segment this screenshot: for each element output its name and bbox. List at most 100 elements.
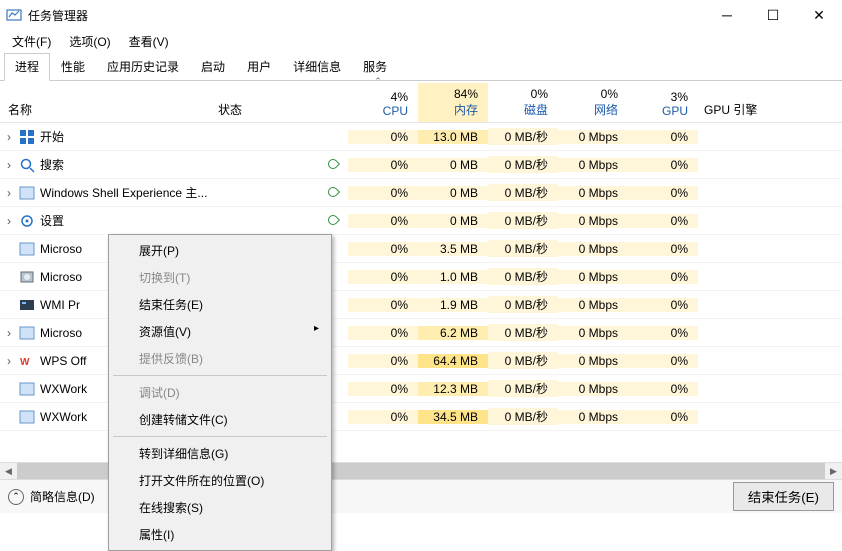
ctx-debug: 调试(D) xyxy=(111,379,329,406)
chevron-up-icon: ⌃ xyxy=(8,489,24,505)
cpu-cell: 0% xyxy=(348,242,418,256)
tab-performance[interactable]: 性能 xyxy=(50,53,96,81)
net-cell: 0 Mbps xyxy=(558,186,628,200)
fewer-details[interactable]: ⌃ 简略信息(D) xyxy=(8,488,95,505)
cpu-cell: 0% xyxy=(348,354,418,368)
disk-cell: 0 MB/秒 xyxy=(488,352,558,369)
close-button[interactable]: ✕ xyxy=(796,0,842,30)
cpu-label: CPU xyxy=(348,104,408,122)
svg-text:W: W xyxy=(20,357,30,368)
mem-cell: 1.9 MB xyxy=(418,298,488,312)
disk-cell: 0 MB/秒 xyxy=(488,212,558,229)
expand-icon[interactable]: › xyxy=(0,214,18,228)
header-network[interactable]: 0% 网络 xyxy=(558,83,628,122)
process-icon xyxy=(18,409,36,425)
mem-cell: 12.3 MB xyxy=(418,382,488,396)
gpu-cell: 0% xyxy=(628,382,698,396)
scroll-left-icon[interactable]: ◀ xyxy=(0,463,17,480)
net-cell: 0 Mbps xyxy=(558,242,628,256)
ctx-feedback: 提供反馈(B) xyxy=(111,345,329,372)
process-icon xyxy=(18,241,36,257)
tab-users[interactable]: 用户 xyxy=(236,53,282,81)
tab-startup[interactable]: 启动 xyxy=(190,53,236,81)
expand-icon[interactable]: › xyxy=(0,186,18,200)
header-memory[interactable]: 84% 内存 xyxy=(418,83,488,122)
net-cell: 0 Mbps xyxy=(558,298,628,312)
process-name: Windows Shell Experience 主... xyxy=(36,184,218,201)
mem-cell: 6.2 MB xyxy=(418,326,488,340)
expand-icon[interactable]: › xyxy=(0,326,18,340)
ctx-expand[interactable]: 展开(P) xyxy=(111,237,329,264)
disk-cell: 0 MB/秒 xyxy=(488,296,558,313)
ctx-openloc[interactable]: 打开文件所在的位置(O) xyxy=(111,467,329,494)
separator xyxy=(113,436,327,437)
header-gpu[interactable]: 3% GPU xyxy=(628,86,698,122)
net-cell: 0 Mbps xyxy=(558,326,628,340)
tab-app-history[interactable]: 应用历史记录 xyxy=(96,53,190,81)
ctx-dump[interactable]: 创建转储文件(C) xyxy=(111,406,329,433)
gpu-cell: 0% xyxy=(628,270,698,284)
disk-cell: 0 MB/秒 xyxy=(488,184,558,201)
header-name[interactable]: 名称 xyxy=(0,101,218,122)
sort-arrow-icon: ⌃ xyxy=(348,76,408,86)
process-name: 搜索 xyxy=(36,156,218,173)
ctx-endtask[interactable]: 结束任务(E) xyxy=(111,291,329,318)
maximize-button[interactable]: ☐ xyxy=(750,0,796,30)
net-cell: 0 Mbps xyxy=(558,214,628,228)
process-name: 开始 xyxy=(36,128,218,145)
cpu-cell: 0% xyxy=(348,382,418,396)
cpu-cell: 0% xyxy=(348,130,418,144)
scroll-right-icon[interactable]: ▶ xyxy=(825,463,842,480)
tab-details[interactable]: 详细信息 xyxy=(282,53,352,81)
ctx-search[interactable]: 在线搜索(S) xyxy=(111,494,329,521)
process-row[interactable]: ›设置0%0 MB0 MB/秒0 Mbps0% xyxy=(0,207,842,235)
ctx-props[interactable]: 属性(I) xyxy=(111,521,329,548)
cpu-cell: 0% xyxy=(348,158,418,172)
process-row[interactable]: ›Windows Shell Experience 主...0%0 MB0 MB… xyxy=(0,179,842,207)
menu-file[interactable]: 文件(F) xyxy=(4,31,59,52)
expand-icon[interactable]: › xyxy=(0,130,18,144)
mem-percent: 84% xyxy=(418,83,478,101)
end-task-button[interactable]: 结束任务(E) xyxy=(733,482,834,511)
header-cpu[interactable]: ⌃ 4% CPU xyxy=(348,76,418,122)
process-row[interactable]: ›搜索0%0 MB0 MB/秒0 Mbps0% xyxy=(0,151,842,179)
net-cell: 0 Mbps xyxy=(558,158,628,172)
context-menu: 展开(P) 切换到(T) 结束任务(E) 资源值(V) 提供反馈(B) 调试(D… xyxy=(108,234,332,551)
gpu-percent: 3% xyxy=(628,86,688,104)
disk-cell: 0 MB/秒 xyxy=(488,240,558,257)
minimize-button[interactable]: ─ xyxy=(704,0,750,30)
header-gpu-engine[interactable]: GPU 引擎 xyxy=(698,101,818,122)
disk-cell: 0 MB/秒 xyxy=(488,128,558,145)
column-headers: 名称 状态 ⌃ 4% CPU 84% 内存 0% 磁盘 0% 网络 3% GPU… xyxy=(0,81,842,123)
cpu-percent: 4% xyxy=(348,86,408,104)
tabs: 进程 性能 应用历史记录 启动 用户 详细信息 服务 xyxy=(0,52,842,81)
menu-view[interactable]: 查看(V) xyxy=(121,31,177,52)
mem-cell: 13.0 MB xyxy=(418,130,488,144)
disk-cell: 0 MB/秒 xyxy=(488,268,558,285)
ctx-switchto: 切换到(T) xyxy=(111,264,329,291)
header-status[interactable]: 状态 xyxy=(218,101,348,122)
mem-cell: 34.5 MB xyxy=(418,410,488,424)
net-percent: 0% xyxy=(558,83,618,101)
leaf-icon xyxy=(326,156,340,170)
net-label: 网络 xyxy=(558,101,618,122)
process-status xyxy=(218,186,348,200)
tab-processes[interactable]: 进程 xyxy=(4,53,50,81)
mem-cell: 0 MB xyxy=(418,214,488,228)
expand-icon[interactable]: › xyxy=(0,354,18,368)
disk-cell: 0 MB/秒 xyxy=(488,156,558,173)
leaf-icon xyxy=(326,184,340,198)
ctx-resource[interactable]: 资源值(V) xyxy=(111,318,329,345)
process-row[interactable]: ›开始0%13.0 MB0 MB/秒0 Mbps0% xyxy=(0,123,842,151)
cpu-cell: 0% xyxy=(348,326,418,340)
expand-icon[interactable]: › xyxy=(0,158,18,172)
mem-cell: 0 MB xyxy=(418,186,488,200)
gpu-cell: 0% xyxy=(628,158,698,172)
process-name: 设置 xyxy=(36,212,218,229)
window-controls: ─ ☐ ✕ xyxy=(704,0,842,30)
menu-options[interactable]: 选项(O) xyxy=(61,31,118,52)
ctx-details[interactable]: 转到详细信息(G) xyxy=(111,440,329,467)
header-disk[interactable]: 0% 磁盘 xyxy=(488,83,558,122)
process-status xyxy=(218,158,348,172)
process-icon xyxy=(18,157,36,173)
